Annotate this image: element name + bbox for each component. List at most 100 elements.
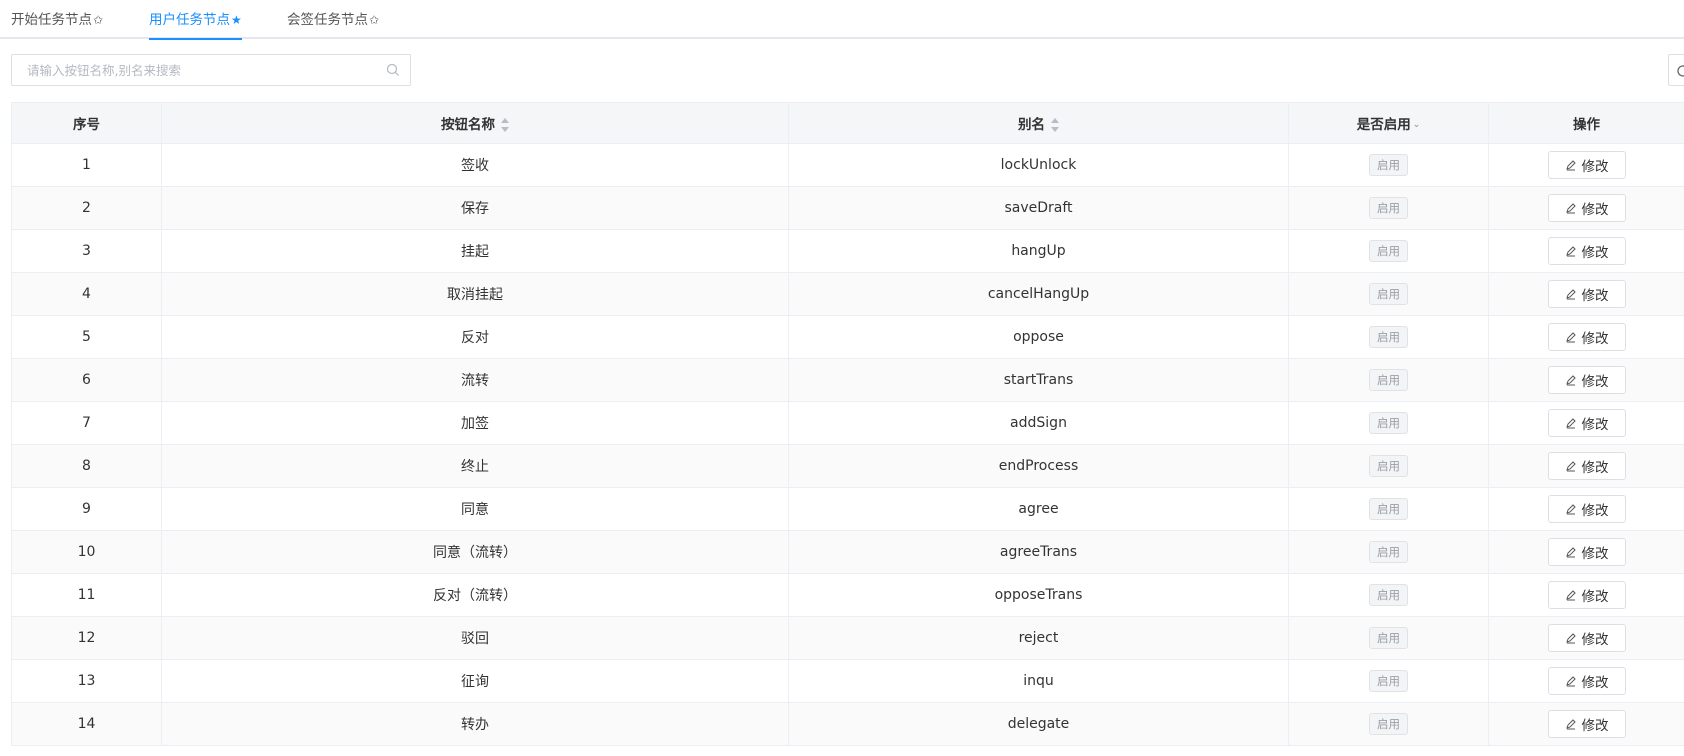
cell-button-name: 同意 xyxy=(161,487,789,531)
column-header-enabled[interactable]: 是否启用 ⌄ xyxy=(1288,102,1489,144)
table-row: 14 转办 delegate 启用 修改 xyxy=(11,702,1684,746)
tab-label: 开始任务节点 xyxy=(11,12,92,28)
edit-button[interactable]: 修改 xyxy=(1547,667,1626,695)
edit-button[interactable]: 修改 xyxy=(1547,151,1626,179)
sort-icon[interactable] xyxy=(501,118,509,132)
status-badge: 启用 xyxy=(1369,627,1408,649)
column-header-button-name[interactable]: 按钮名称 xyxy=(161,102,789,144)
active-tab-indicator xyxy=(149,38,242,40)
table-row: 9 同意 agree 启用 修改 xyxy=(11,487,1684,531)
status-badge: 启用 xyxy=(1369,369,1408,391)
table-row: 1 签收 lockUnlock 启用 修改 xyxy=(11,143,1684,187)
edit-button[interactable]: 修改 xyxy=(1547,194,1626,222)
cell-alias: opposeTrans xyxy=(788,573,1289,617)
tab-countersign-task-node[interactable]: 会签任务节点✩ xyxy=(287,10,379,38)
star-outline-icon: ✩ xyxy=(93,13,104,27)
table-row: 5 反对 oppose 启用 修改 xyxy=(11,315,1684,359)
edit-button-label: 修改 xyxy=(1581,374,1609,390)
column-header-actions: 操作 xyxy=(1488,102,1684,144)
cell-alias: startTrans xyxy=(788,358,1289,402)
edit-button-label: 修改 xyxy=(1581,245,1609,261)
edit-button[interactable]: 修改 xyxy=(1547,280,1626,308)
edit-button-label: 修改 xyxy=(1581,546,1609,562)
edit-icon xyxy=(1565,289,1576,300)
cell-enabled: 启用 xyxy=(1288,143,1489,187)
edit-button-label: 修改 xyxy=(1581,589,1609,605)
header-label: 是否启用 xyxy=(1356,117,1411,133)
edit-button[interactable]: 修改 xyxy=(1547,409,1626,437)
cell-enabled: 启用 xyxy=(1288,358,1489,402)
status-badge: 启用 xyxy=(1369,412,1408,434)
cell-index: 5 xyxy=(11,315,162,359)
cell-alias: addSign xyxy=(788,401,1289,445)
edit-button[interactable]: 修改 xyxy=(1547,581,1626,609)
table-row: 12 驳回 reject 启用 修改 xyxy=(11,616,1684,660)
status-badge: 启用 xyxy=(1369,584,1408,606)
cell-actions: 修改 xyxy=(1488,702,1684,746)
cell-button-name: 征询 xyxy=(161,659,789,703)
cell-enabled: 启用 xyxy=(1288,530,1489,574)
table-row: 4 取消挂起 cancelHangUp 启用 修改 xyxy=(11,272,1684,316)
edit-button[interactable]: 修改 xyxy=(1547,624,1626,652)
cell-actions: 修改 xyxy=(1488,272,1684,316)
edit-button[interactable]: 修改 xyxy=(1547,452,1626,480)
cell-button-name: 转办 xyxy=(161,702,789,746)
edit-button-label: 修改 xyxy=(1581,202,1609,218)
cell-index: 7 xyxy=(11,401,162,445)
star-filled-icon: ★ xyxy=(231,13,242,27)
refresh-button[interactable] xyxy=(1668,54,1684,86)
cell-enabled: 启用 xyxy=(1288,401,1489,445)
edit-button-label: 修改 xyxy=(1581,288,1609,304)
task-node-tabs: 开始任务节点✩ 用户任务节点★ 会签任务节点✩ xyxy=(0,0,1684,40)
edit-button-label: 修改 xyxy=(1581,417,1609,433)
cell-button-name: 流转 xyxy=(161,358,789,402)
cell-button-name: 同意（流转） xyxy=(161,530,789,574)
edit-button-label: 修改 xyxy=(1581,675,1609,691)
tab-label: 会签任务节点 xyxy=(287,12,368,28)
status-badge: 启用 xyxy=(1369,713,1408,735)
tab-start-task-node[interactable]: 开始任务节点✩ xyxy=(11,10,103,38)
column-header-index: 序号 xyxy=(11,102,162,144)
cell-actions: 修改 xyxy=(1488,616,1684,660)
edit-button[interactable]: 修改 xyxy=(1547,495,1626,523)
cell-index: 6 xyxy=(11,358,162,402)
edit-button[interactable]: 修改 xyxy=(1547,237,1626,265)
column-header-alias[interactable]: 别名 xyxy=(788,102,1289,144)
edit-button[interactable]: 修改 xyxy=(1547,538,1626,566)
edit-icon xyxy=(1565,418,1576,429)
cell-index: 1 xyxy=(11,143,162,187)
star-outline-icon: ✩ xyxy=(369,13,380,27)
search-input[interactable] xyxy=(12,55,387,85)
edit-button-label: 修改 xyxy=(1581,331,1609,347)
cell-alias: lockUnlock xyxy=(788,143,1289,187)
tab-label: 用户任务节点 xyxy=(149,12,230,28)
status-badge: 启用 xyxy=(1369,240,1408,262)
edit-button[interactable]: 修改 xyxy=(1547,366,1626,394)
edit-icon xyxy=(1565,332,1576,343)
status-badge: 启用 xyxy=(1369,670,1408,692)
edit-button[interactable]: 修改 xyxy=(1547,323,1626,351)
sort-icon[interactable] xyxy=(1051,118,1059,132)
edit-icon xyxy=(1565,375,1576,386)
tab-user-task-node[interactable]: 用户任务节点★ xyxy=(149,10,242,40)
header-label: 按钮名称 xyxy=(441,117,495,133)
filter-chevron-down-icon[interactable]: ⌄ xyxy=(1413,120,1421,130)
cell-index: 8 xyxy=(11,444,162,488)
cell-enabled: 启用 xyxy=(1288,659,1489,703)
search-icon[interactable] xyxy=(386,63,400,77)
edit-button[interactable]: 修改 xyxy=(1547,710,1626,738)
edit-icon xyxy=(1565,676,1576,687)
cell-button-name: 反对 xyxy=(161,315,789,359)
cell-alias: reject xyxy=(788,616,1289,660)
cell-enabled: 启用 xyxy=(1288,186,1489,230)
status-badge: 启用 xyxy=(1369,283,1408,305)
cell-index: 10 xyxy=(11,530,162,574)
cell-alias: hangUp xyxy=(788,229,1289,273)
search-box xyxy=(11,54,411,86)
cell-enabled: 启用 xyxy=(1288,272,1489,316)
cell-enabled: 启用 xyxy=(1288,616,1489,660)
cell-alias: delegate xyxy=(788,702,1289,746)
edit-icon xyxy=(1565,160,1576,171)
status-badge: 启用 xyxy=(1369,197,1408,219)
cell-button-name: 签收 xyxy=(161,143,789,187)
